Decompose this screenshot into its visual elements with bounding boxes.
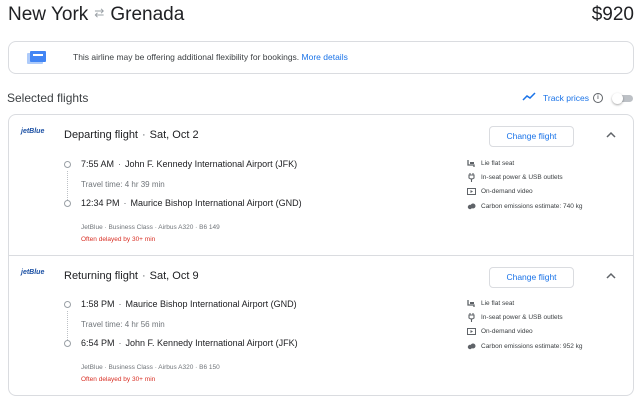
departure-row: 1:58 PM · Maurice Bishop International Air… xyxy=(81,299,297,309)
toggle-knob xyxy=(612,93,623,104)
swap-arrows-icon: ⇄ xyxy=(94,6,105,20)
flight-details: JetBlue · Business Class · Airbus A320 ·… xyxy=(81,224,220,231)
delay-warning: Often delayed by 30+ min xyxy=(81,376,156,383)
departure-dot xyxy=(64,301,71,308)
more-details-link[interactable]: More details xyxy=(302,52,348,62)
segment-date: Sat, Oct 9 xyxy=(149,270,199,282)
arrival-airport: John F. Kennedy International Airport (J… xyxy=(125,338,298,348)
total-price: $920 xyxy=(591,4,634,25)
arrival-time: 6:54 PM xyxy=(81,338,115,348)
selected-flights-heading: Selected flights xyxy=(7,91,89,105)
trip-header: New York ⇄ Grenada $920 xyxy=(8,4,634,26)
route-title: New York ⇄ Grenada xyxy=(8,4,184,26)
emissions-icon xyxy=(467,343,476,350)
segment-title: Returning flight · Sat, Oct 9 xyxy=(64,270,199,282)
info-icon[interactable]: i xyxy=(593,93,603,103)
arrival-airport: Maurice Bishop International Airport (GN… xyxy=(130,198,302,208)
power-plug-icon xyxy=(468,313,475,322)
departure-airport: Maurice Bishop International Airport (GN… xyxy=(125,299,297,309)
departure-airport: John F. Kennedy International Airport (J… xyxy=(125,159,298,169)
arrival-dot xyxy=(64,340,71,347)
track-prices-toggle[interactable] xyxy=(612,93,634,104)
flexible-booking-icon xyxy=(27,51,46,64)
chevron-up-icon[interactable] xyxy=(605,129,617,141)
delay-warning: Often delayed by 30+ min xyxy=(81,236,156,243)
arrival-time: 12:34 PM xyxy=(81,198,120,208)
timeline-line xyxy=(67,171,68,200)
video-icon xyxy=(467,188,476,195)
departure-dot xyxy=(64,161,71,168)
video-icon xyxy=(467,328,476,335)
arrival-row: 12:34 PM · Maurice Bishop International Ai… xyxy=(81,198,302,208)
power-plug-icon xyxy=(468,173,475,182)
returning-segment: jetBlue Returning flight · Sat, Oct 9 Chan… xyxy=(9,255,633,395)
departing-segment: jetBlue Departing flight · Sat, Oct 2 Chan… xyxy=(9,115,633,255)
change-flight-button[interactable]: Change flight xyxy=(489,126,574,147)
timeline-line xyxy=(67,311,68,340)
origin-city: New York xyxy=(8,4,89,25)
departure-time: 1:58 PM xyxy=(81,299,115,309)
flexibility-notice: This airline may be offering additional … xyxy=(8,41,634,74)
arrival-dot xyxy=(64,200,71,207)
travel-time: Travel time: 4 hr 56 min xyxy=(81,320,165,329)
flight-details: JetBlue · Business Class · Airbus A320 ·… xyxy=(81,364,220,371)
chevron-up-icon[interactable] xyxy=(605,270,617,282)
seat-icon xyxy=(467,160,475,167)
travel-time: Travel time: 4 hr 39 min xyxy=(81,180,165,189)
segment-label: Returning flight xyxy=(64,270,138,282)
seat-icon xyxy=(467,300,475,307)
departure-time: 7:55 AM xyxy=(81,159,115,169)
segment-label: Departing flight xyxy=(64,129,138,141)
notice-text: This airline may be offering additional … xyxy=(73,52,300,62)
change-flight-button[interactable]: Change flight xyxy=(489,267,574,288)
segment-date: Sat, Oct 2 xyxy=(149,129,199,141)
airline-logo: jetBlue xyxy=(21,269,45,276)
flights-card: jetBlue Departing flight · Sat, Oct 2 Chan… xyxy=(8,114,634,396)
destination-city: Grenada xyxy=(110,4,185,25)
trend-icon xyxy=(522,92,536,101)
arrival-row: 6:54 PM · John F. Kennedy International Ai… xyxy=(81,338,298,348)
airline-logo: jetBlue xyxy=(21,128,45,135)
emissions-icon xyxy=(467,203,476,210)
departure-row: 7:55 AM · John F. Kennedy International Ai… xyxy=(81,159,298,169)
segment-title: Departing flight · Sat, Oct 2 xyxy=(64,129,199,141)
track-prices-label: Track prices xyxy=(543,93,589,103)
